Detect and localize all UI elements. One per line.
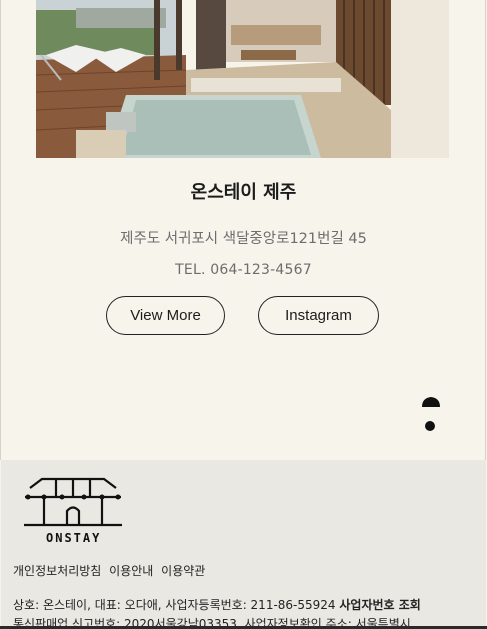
logo-text: ONSTAY: [46, 531, 102, 545]
terms-link[interactable]: 이용약관: [161, 564, 205, 578]
business-info-line-1: 상호: 온스테이, 대표: 오다애, 사업자등록번호: 211-86-55924…: [13, 596, 487, 615]
business-info: 상호: 온스테이, 대표: 오다애, 사업자등록번호: 211-86-55924…: [13, 596, 487, 629]
scroll-to-top-button[interactable]: [419, 394, 443, 436]
usage-guide-link[interactable]: 이용안내: [109, 564, 153, 578]
view-more-button[interactable]: View More: [106, 296, 225, 335]
property-name: 온스테이 제주: [190, 182, 297, 203]
chevron-up-icon: [422, 397, 440, 431]
property-photo: [36, 0, 449, 158]
privacy-policy-link[interactable]: 개인정보처리방침: [13, 564, 101, 578]
business-info-text: 상호: 온스테이, 대표: 오다애, 사업자등록번호: 211-86-55924: [13, 598, 336, 612]
business-number-lookup-link[interactable]: 사업자번호 조회: [339, 598, 420, 612]
property-address: 제주도 서귀포시 색달중앙로121번길 45: [120, 231, 367, 247]
footer-links: 개인정보처리방침 이용안내 이용약관: [13, 562, 209, 579]
property-phone: TEL. 064-123-4567: [175, 262, 312, 278]
instagram-button[interactable]: Instagram: [258, 296, 379, 335]
